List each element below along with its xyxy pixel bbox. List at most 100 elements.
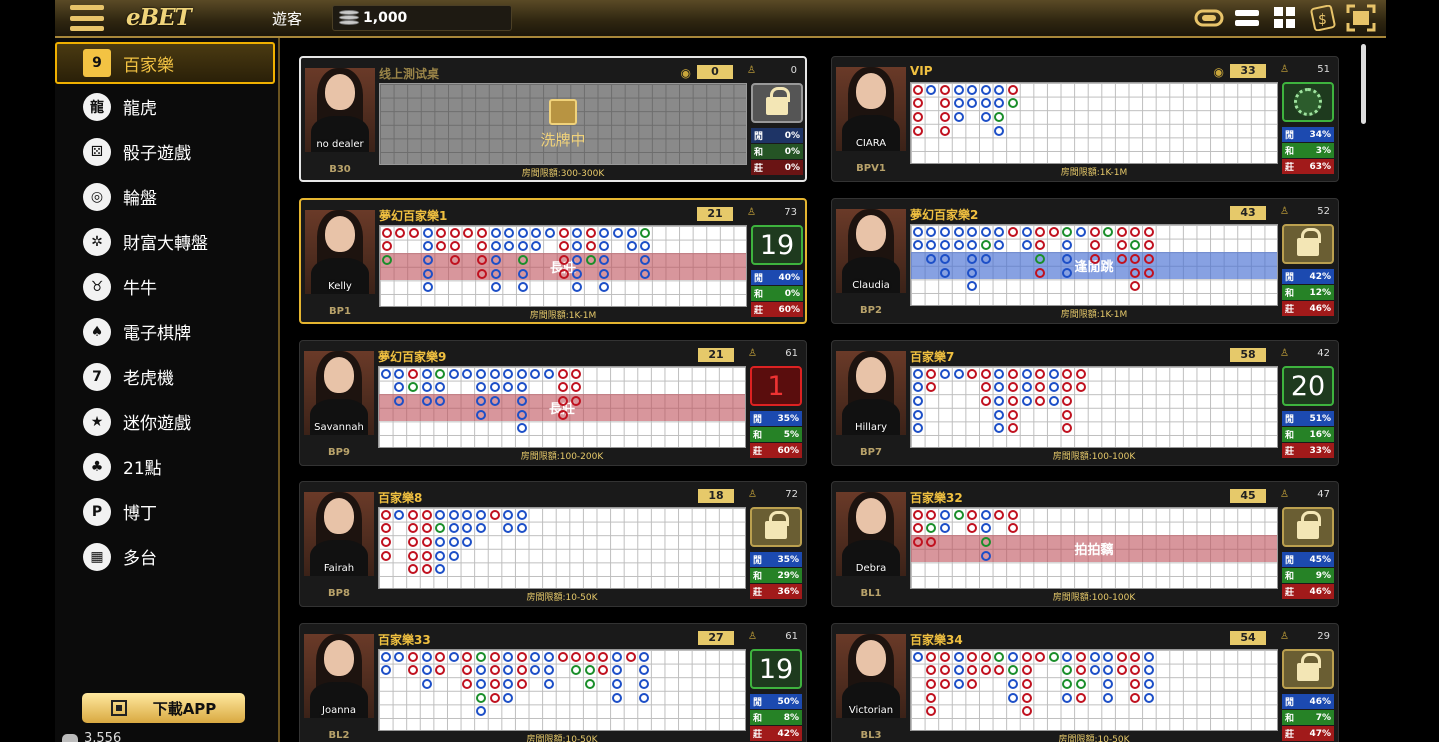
road-marker bbox=[1144, 651, 1154, 662]
road-marker bbox=[625, 651, 636, 662]
fullscreen-icon[interactable] bbox=[1346, 4, 1376, 32]
nav-list: 9 百家樂龍龍虎 ⚄ 骰子遊戲 ◎ 輪盤 ✲ 財富大轉盤 ♉ 牛牛 ♠ 電子棋牌 7 老虎機 ★ 迷你遊戲 ♣ 2… bbox=[55, 42, 278, 579]
road-marker bbox=[421, 564, 432, 575]
tie-pct: 9% bbox=[1315, 570, 1331, 581]
road-marker bbox=[476, 692, 486, 703]
banker-stat: 莊 46% bbox=[1282, 301, 1334, 316]
road-marker bbox=[980, 651, 991, 662]
road-marker bbox=[448, 651, 459, 662]
table-card[interactable]: Fairah BP8 百家樂8 18 ♙ 72 房間限額:10-50K 閒 35% 和 29% 莊 36… bbox=[299, 481, 807, 607]
banker-stat: 莊 33% bbox=[1282, 443, 1334, 458]
player-stat: 閒 40% bbox=[751, 270, 803, 285]
player-pct: 0% bbox=[784, 130, 800, 141]
sidebar-item-baccarat[interactable]: 9 百家樂 bbox=[55, 42, 275, 84]
sidebar-item-label: 龍虎 bbox=[123, 99, 157, 119]
sidebar-item-cards[interactable]: ♠ 電子棋牌 bbox=[55, 309, 278, 354]
road-marker bbox=[422, 255, 433, 265]
road-marker bbox=[1089, 240, 1100, 251]
table-card[interactable]: Victorian BL3 百家樂34 54 ♙ 29 房間限額:10-50K 閒 46% 和 7%… bbox=[831, 623, 1339, 742]
banker-pct: 46% bbox=[1309, 303, 1331, 314]
tie-label: 和 bbox=[754, 290, 764, 300]
road-map bbox=[910, 82, 1278, 164]
road-marker bbox=[1130, 281, 1141, 292]
road-marker bbox=[448, 368, 459, 379]
road-marker bbox=[1048, 651, 1059, 662]
road-marker bbox=[421, 651, 432, 662]
road-marker bbox=[476, 368, 486, 379]
table-card[interactable]: Joanna BL2 百家樂33 27 ♙ 61 房間限額:10-50K 19 閒 50% 和 8% 莊… bbox=[299, 623, 807, 742]
tie-label: 和 bbox=[1285, 572, 1295, 582]
road-marker bbox=[544, 665, 554, 676]
road-marker bbox=[926, 692, 937, 703]
road-marker bbox=[994, 368, 1005, 379]
road-marker bbox=[1021, 679, 1032, 689]
tie-pct: 3% bbox=[1315, 145, 1331, 156]
grid-view-icon[interactable] bbox=[1270, 4, 1300, 32]
table-card[interactable]: Hillary BP7 百家樂7 58 ♙ 42 房間限額:100-100K 20 閒 51% 和 1… bbox=[831, 340, 1339, 466]
road-marker bbox=[421, 382, 432, 393]
sidebar-item-slot[interactable]: 7 老虎機 bbox=[55, 354, 278, 399]
list-view-icon[interactable] bbox=[1232, 4, 1262, 32]
round-count: 33 bbox=[1230, 64, 1266, 78]
dealer-name: Victorian bbox=[848, 705, 894, 716]
road-marker bbox=[463, 227, 474, 238]
sidebar-item-bull[interactable]: ♉ 牛牛 bbox=[55, 264, 278, 309]
table-card[interactable]: Debra BL1 百家樂32 45 ♙ 47 拍拍黐 房間限額:100-100K 閒 45% 和 9… bbox=[831, 481, 1339, 607]
road-marker bbox=[421, 537, 432, 547]
road-marker bbox=[380, 368, 391, 379]
road-marker bbox=[1144, 254, 1154, 264]
player-pct: 45% bbox=[1309, 554, 1331, 565]
sidebar-item-multi-table[interactable]: ▦ 多台 bbox=[55, 534, 278, 579]
table-card[interactable]: Kelly BP1 夢幻百家樂1 21 ♙ 73 長莊 房間限額:1K-1M 19 閒 40% 和 0%… bbox=[299, 198, 807, 324]
road-marker bbox=[571, 382, 582, 393]
road-marker bbox=[940, 665, 950, 676]
round-count: 27 bbox=[698, 631, 734, 645]
road-marker bbox=[980, 382, 991, 393]
lobby-icon[interactable] bbox=[1194, 4, 1224, 32]
sidebar-item-wheel[interactable]: ✲ 財富大轉盤 bbox=[55, 219, 278, 264]
download-app-button[interactable]: 下載APP bbox=[82, 693, 245, 723]
road-marker bbox=[380, 537, 391, 547]
scrollbar[interactable] bbox=[1361, 44, 1366, 124]
road-map: 長莊 bbox=[378, 366, 746, 448]
road-marker bbox=[462, 651, 473, 662]
sidebar-item-roulette[interactable]: ◎ 輪盤 bbox=[55, 174, 278, 219]
table-code: BP7 bbox=[860, 447, 882, 458]
menu-icon[interactable] bbox=[70, 5, 104, 31]
road-marker bbox=[489, 509, 500, 520]
sidebar-item-label: 迷你遊戲 bbox=[123, 414, 191, 434]
road-marker bbox=[489, 382, 500, 393]
road-marker bbox=[1008, 84, 1018, 95]
road-marker bbox=[980, 368, 991, 379]
road-marker bbox=[531, 241, 542, 252]
sidebar-item-dragon-tiger[interactable]: 龍龍虎 bbox=[55, 84, 278, 129]
road-marker bbox=[940, 112, 950, 122]
table-card[interactable]: Claudia BP2 夢幻百家樂2 43 ♙ 52 逢閒跳 房間限額:1K-1M 閒 42% 和 1… bbox=[831, 198, 1339, 324]
sidebar-item-dice[interactable]: ⚄ 骰子遊戲 bbox=[55, 129, 278, 174]
road-marker bbox=[1116, 254, 1127, 264]
banker-label: 莊 bbox=[753, 588, 763, 598]
table-code: BP1 bbox=[329, 306, 351, 317]
road-marker bbox=[476, 396, 486, 406]
money-icon[interactable]: $ bbox=[1308, 4, 1338, 32]
road-marker bbox=[953, 112, 964, 122]
dealer-photo: Fairah bbox=[304, 492, 374, 576]
road-marker bbox=[967, 98, 978, 109]
road-marker bbox=[639, 665, 650, 676]
tie-pct: 0% bbox=[784, 146, 800, 157]
road-marker bbox=[408, 368, 418, 379]
road-marker bbox=[940, 254, 950, 264]
road-marker bbox=[1035, 226, 1046, 237]
road-marker bbox=[940, 125, 950, 136]
road-marker bbox=[626, 241, 637, 252]
table-card[interactable]: no dealer B30 线上測试桌 ◉ 0 ♙ 0 洗牌中 房間限額:300-300K 閒 0%… bbox=[299, 56, 807, 182]
sidebar-item-mini-game[interactable]: ★ 迷你遊戲 bbox=[55, 399, 278, 444]
banker-label: 莊 bbox=[1285, 447, 1295, 457]
sidebar-item-bo-ding[interactable]: P 博丁 bbox=[55, 489, 278, 534]
road-marker bbox=[598, 651, 609, 662]
table-card[interactable]: CIARA BPV1 VIP ◉ 33 ♙ 51 房間限額:1K-1M 閒 34% 和 3% 莊 63% bbox=[831, 56, 1339, 182]
road-marker bbox=[926, 84, 937, 95]
road-marker bbox=[436, 227, 447, 238]
table-card[interactable]: Savannah BP9 夢幻百家樂9 21 ♙ 61 長莊 房間限額:100-200K 1 閒 3… bbox=[299, 340, 807, 466]
sidebar-item-blackjack[interactable]: ♣ 21點 bbox=[55, 444, 278, 489]
